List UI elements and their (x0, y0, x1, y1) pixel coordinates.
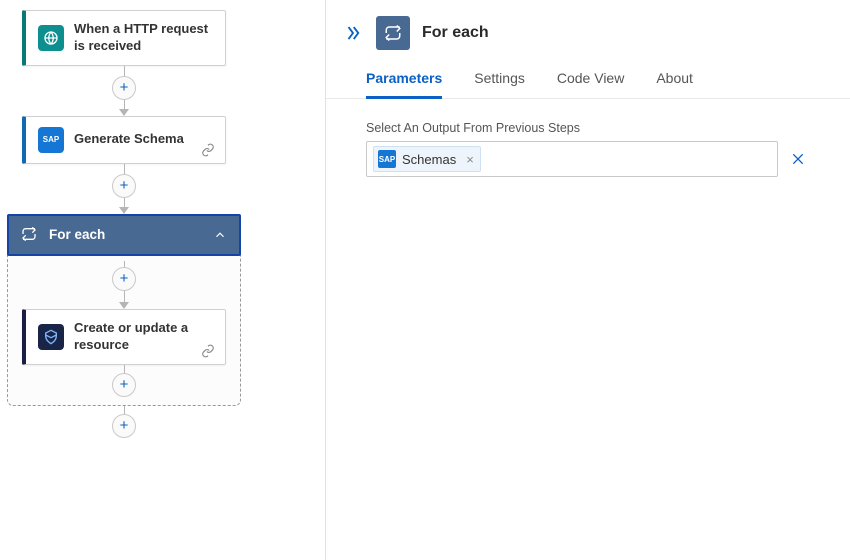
details-pane: For each Parameters Settings Code View A… (325, 0, 850, 560)
plus-icon: + (120, 79, 129, 96)
connector: + (22, 261, 226, 309)
sap-icon: SAP (378, 150, 396, 168)
plus-icon: + (120, 270, 129, 287)
link-icon (201, 344, 215, 358)
chevron-up-icon (213, 228, 227, 242)
step-title: Generate Schema (74, 131, 184, 148)
loop-icon (376, 16, 410, 50)
sap-icon: SAP (38, 127, 64, 153)
step-http-trigger[interactable]: When a HTTP request is received (22, 10, 226, 66)
pane-tabs: Parameters Settings Code View About (326, 56, 850, 99)
connector: + (22, 365, 226, 397)
tab-parameters[interactable]: Parameters (366, 70, 442, 99)
pane-title: For each (422, 24, 489, 42)
add-step-button[interactable]: + (112, 373, 136, 397)
resource-icon (38, 324, 64, 350)
step-create-update-resource[interactable]: Create or update a resource (22, 309, 226, 365)
plus-icon: + (120, 376, 129, 393)
step-title: When a HTTP request is received (74, 21, 213, 55)
clear-button[interactable] (790, 151, 810, 167)
tab-about[interactable]: About (656, 70, 693, 98)
for-each-body: + Create or update a resource + (8, 255, 240, 397)
output-field-label: Select An Output From Previous Steps (326, 99, 850, 141)
tab-code-view[interactable]: Code View (557, 70, 624, 98)
add-step-button[interactable]: + (112, 414, 136, 438)
token-remove-button[interactable]: × (466, 152, 474, 167)
tab-settings[interactable]: Settings (474, 70, 525, 98)
http-icon (38, 25, 64, 51)
connector: + (22, 164, 226, 214)
add-step-button[interactable]: + (112, 76, 136, 100)
for-each-header[interactable]: For each (7, 214, 241, 256)
add-step-button[interactable]: + (112, 267, 136, 291)
link-icon (201, 143, 215, 157)
flow-canvas: When a HTTP request is received + SAP Ge… (0, 0, 325, 560)
plus-icon: + (120, 417, 129, 434)
output-field-row: SAP Schemas × (326, 141, 850, 177)
pane-header: For each (326, 0, 850, 56)
token-schemas[interactable]: SAP Schemas × (373, 146, 481, 172)
for-each-container: For each + Create or update a resource (7, 214, 241, 406)
loop-icon (21, 226, 39, 244)
collapse-button[interactable] (344, 24, 362, 42)
output-input[interactable]: SAP Schemas × (366, 141, 778, 177)
connector: + (7, 406, 241, 438)
add-step-button[interactable]: + (112, 174, 136, 198)
step-title: For each (49, 227, 203, 242)
step-title: Create or update a resource (74, 320, 213, 354)
token-label: Schemas (402, 152, 456, 167)
connector: + (22, 66, 226, 116)
plus-icon: + (120, 177, 129, 194)
step-generate-schema[interactable]: SAP Generate Schema (22, 116, 226, 164)
